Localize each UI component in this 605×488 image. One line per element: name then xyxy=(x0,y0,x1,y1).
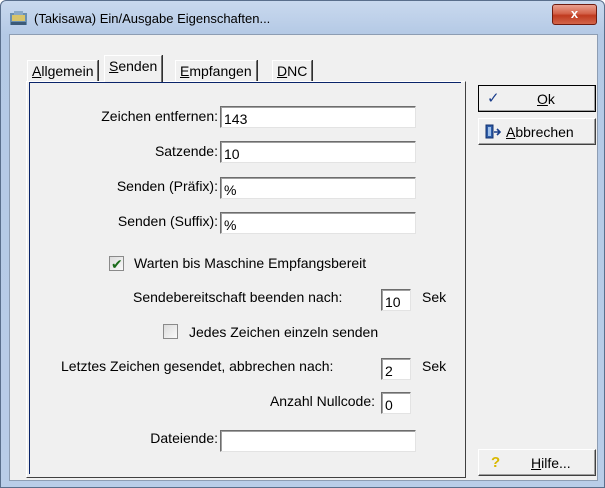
ok-button[interactable]: ✓ Ok xyxy=(478,85,596,112)
hilfe-button[interactable]: ? Hilfe... xyxy=(478,449,596,476)
dialog-window: (Takisawa) Ein/Ausgabe Eigenschaften... … xyxy=(0,0,605,488)
tab-allgemein[interactable]: Allgemein xyxy=(27,60,99,81)
satzende-input[interactable]: 10 xyxy=(220,141,416,163)
tab-label: NC xyxy=(287,63,308,79)
anzahl-nullcode-input[interactable]: 0 xyxy=(381,392,411,414)
window-title: (Takisawa) Ein/Ausgabe Eigenschaften... xyxy=(34,11,271,26)
app-icon xyxy=(10,11,27,25)
senden-suffix-input[interactable]: % xyxy=(220,212,416,234)
satzende-label: Satzende: xyxy=(154,143,218,159)
warten-checkbox[interactable]: ✔ xyxy=(109,256,124,271)
letztes-zeichen-input[interactable]: 2 xyxy=(381,358,411,380)
tab-label: mpfangen xyxy=(189,63,252,79)
checkmark-icon: ✔ xyxy=(111,256,123,272)
abbrechen-button[interactable]: Abbrechen xyxy=(478,118,596,145)
abbrechen-label: bbrechen xyxy=(515,124,574,140)
title-bar[interactable]: (Takisawa) Ein/Ausgabe Eigenschaften... … xyxy=(1,1,604,35)
dialog-client-area: Allgemein Senden Empfangen DNC Zeichen e… xyxy=(9,34,598,481)
tab-empfangen[interactable]: Empfangen xyxy=(175,60,257,81)
jedes-zeichen-checkbox[interactable] xyxy=(163,324,178,339)
sendebereitschaft-label: Sendebereitschaft beenden nach: xyxy=(133,289,343,305)
dateiende-label: Dateiende: xyxy=(150,430,218,446)
sendebereitschaft-input[interactable]: 10 xyxy=(381,289,411,311)
tab-label-accel: D xyxy=(277,63,288,79)
dateiende-input[interactable] xyxy=(220,430,416,452)
hilfe-label: ilfe... xyxy=(541,455,571,471)
tab-label-accel: E xyxy=(180,63,190,79)
tab-label: enden xyxy=(118,58,158,74)
tab-label-accel: A xyxy=(32,63,42,79)
close-icon: x xyxy=(570,6,579,21)
tab-senden[interactable]: Senden xyxy=(104,55,163,82)
tab-dnc[interactable]: DNC xyxy=(272,60,313,81)
ok-accel: O xyxy=(537,91,548,107)
anzahl-nullcode-label: Anzahl Nullcode: xyxy=(269,393,375,409)
letztes-zeichen-label: Letztes Zeichen gesendet, abbrechen nach… xyxy=(61,358,334,374)
jedes-zeichen-checkbox-label: Jedes Zeichen einzeln senden xyxy=(189,324,379,340)
warten-checkbox-label: Warten bis Maschine Empfangsbereit xyxy=(134,255,367,271)
senden-praefix-label: Senden (Präfix): xyxy=(116,178,218,194)
close-button[interactable]: x xyxy=(552,4,597,25)
zeichen-entfernen-label: Zeichen entfernen: xyxy=(101,108,218,124)
hilfe-accel: H xyxy=(531,455,542,471)
senden-suffix-label: Senden (Suffix): xyxy=(117,213,218,229)
zeichen-entfernen-input[interactable]: 143 xyxy=(220,106,416,128)
question-mark-icon: ? xyxy=(491,454,501,471)
ok-label: k xyxy=(547,91,555,107)
tab-label-accel: S xyxy=(109,58,119,74)
tab-label: llgemein xyxy=(41,63,94,79)
abbrechen-accel: A xyxy=(506,124,516,140)
sendebereitschaft-unit: Sek xyxy=(422,289,447,305)
letztes-zeichen-unit: Sek xyxy=(422,358,447,374)
exit-door-icon xyxy=(485,124,502,139)
senden-praefix-input[interactable]: % xyxy=(220,177,416,199)
checkmark-icon: ✓ xyxy=(487,90,500,107)
